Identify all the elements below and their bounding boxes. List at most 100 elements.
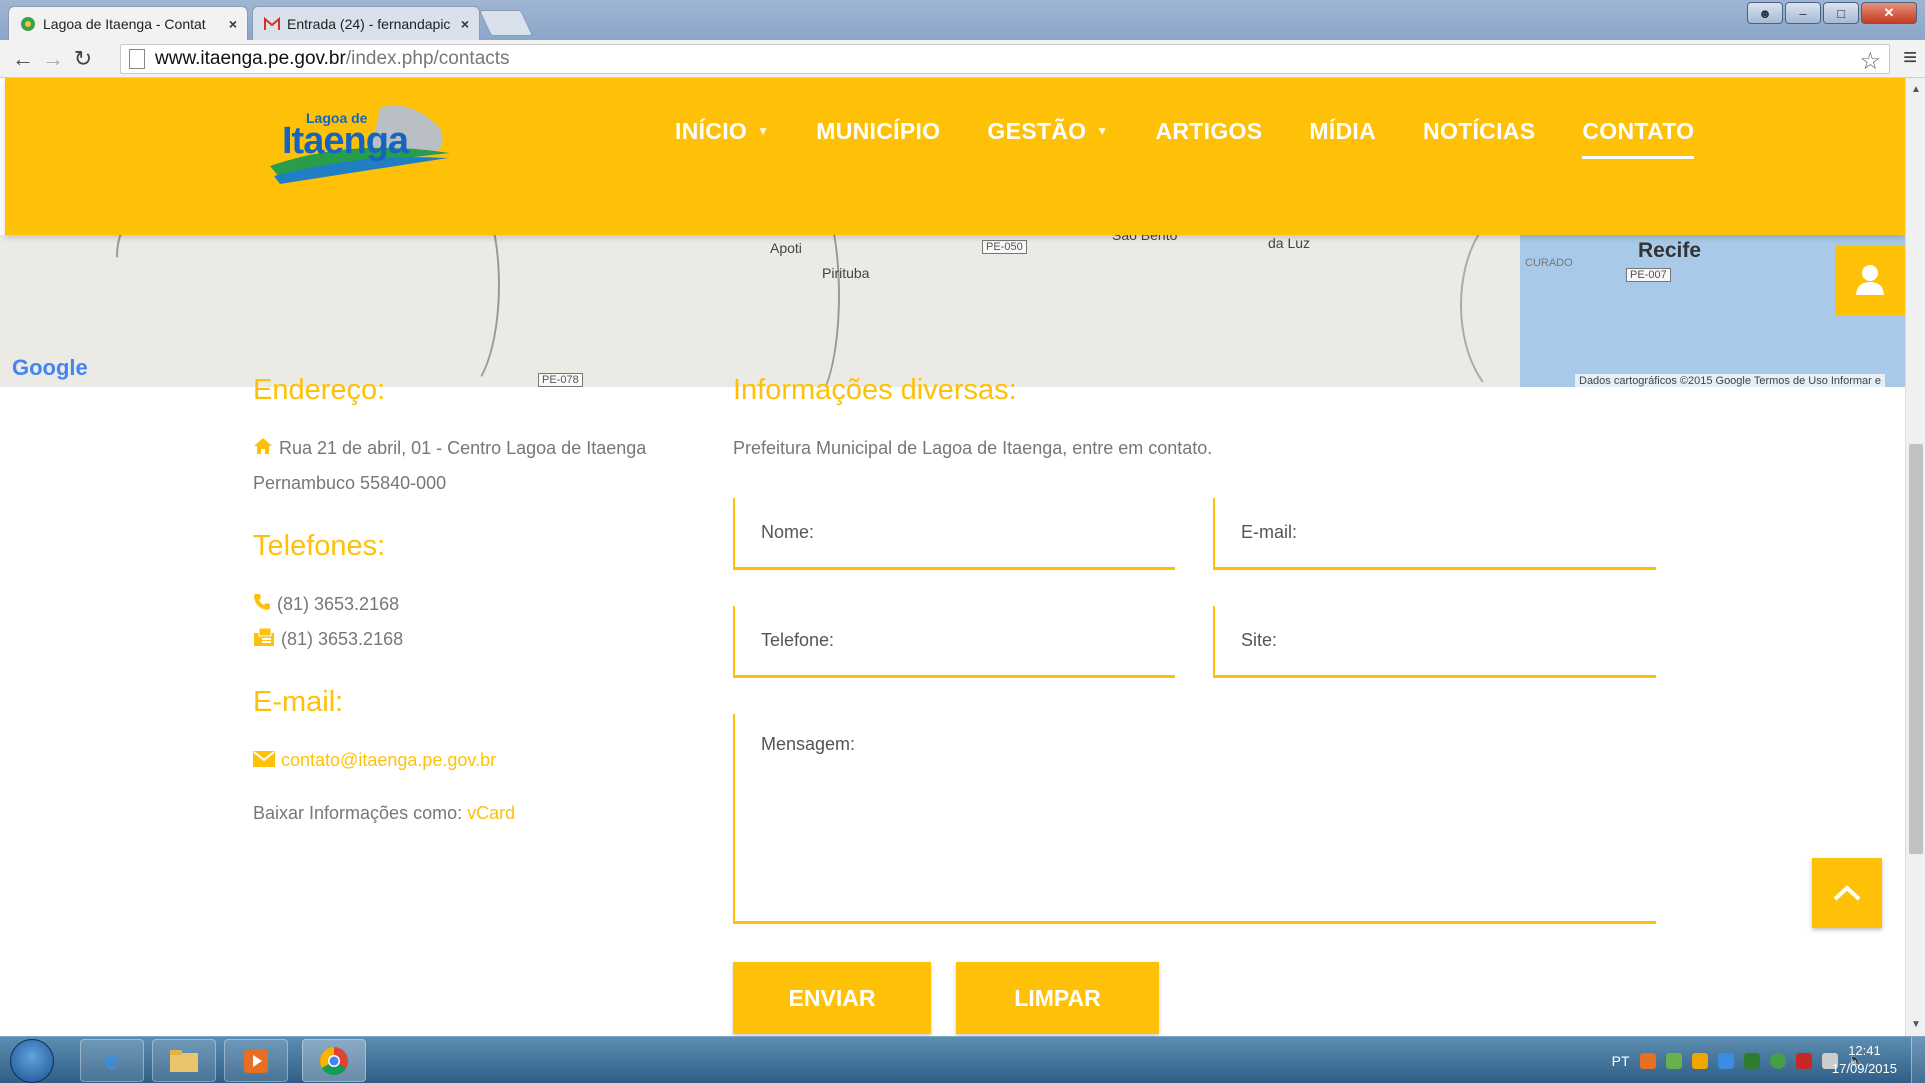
- tray-network-icon[interactable]: [1665, 1052, 1682, 1069]
- fax-icon: [253, 624, 275, 658]
- media-player-icon[interactable]: [224, 1039, 288, 1082]
- file-explorer-icon[interactable]: [152, 1039, 216, 1082]
- map-label-recife: Recife: [1638, 239, 1702, 262]
- phone-field[interactable]: [733, 606, 1175, 678]
- nav-gestao-label: GESTÃO: [987, 118, 1087, 144]
- map-shield-pe050: PE-050: [982, 240, 1027, 254]
- minimize-button[interactable]: –: [1785, 2, 1821, 24]
- map-label-curado: CURADO: [1525, 257, 1573, 269]
- map-road: [780, 235, 840, 387]
- map-road: [86, 235, 294, 387]
- nav-midia[interactable]: MÍDIA: [1309, 118, 1376, 159]
- tray-shield-icon[interactable]: [1743, 1052, 1760, 1069]
- tab-close-icon[interactable]: ×: [461, 16, 469, 32]
- clear-button[interactable]: LIMPAR: [956, 962, 1159, 1034]
- map-shield-pe007: PE-007: [1626, 268, 1671, 282]
- email-link[interactable]: contato@itaenga.pe.gov.br: [281, 750, 496, 770]
- start-button[interactable]: [10, 1039, 54, 1083]
- site-field[interactable]: [1213, 606, 1656, 678]
- home-icon: [253, 432, 273, 466]
- tray-app-icon[interactable]: [1639, 1052, 1656, 1069]
- address-line-1: Rua 21 de abril, 01 - Centro Lagoa de It…: [253, 431, 646, 466]
- nav-municipio[interactable]: MUNICÍPIO: [816, 118, 940, 159]
- nav-midia-label: MÍDIA: [1309, 118, 1377, 144]
- url-path: /index.php/contacts: [345, 48, 510, 69]
- phones-heading: Telefones:: [253, 530, 386, 562]
- browser-tab-strip: Lagoa de Itaenga - Contat × Entrada (24)…: [0, 0, 1925, 40]
- address-heading: Endereço:: [253, 374, 386, 406]
- logo-main-text: Itaenga: [282, 120, 409, 162]
- map-attribution[interactable]: Dados cartográficos ©2015 Google Termos …: [1575, 374, 1885, 387]
- tray-security-icon[interactable]: [1769, 1052, 1786, 1069]
- tab-gmail-inbox[interactable]: Entrada (24) - fernandapic ×: [252, 6, 480, 40]
- tray-flag-icon[interactable]: [1795, 1052, 1812, 1069]
- chrome-taskbar-icon[interactable]: [302, 1039, 366, 1082]
- map-label-da-luz: da Luz: [1268, 235, 1311, 251]
- envelope-icon: [253, 744, 275, 778]
- scroll-up-arrow-icon[interactable]: ▲: [1911, 84, 1921, 95]
- map-label-pirituba: Pirituba: [822, 265, 870, 281]
- caret-down-icon: ▼: [757, 124, 770, 138]
- vcard-line: Baixar Informações como: vCard: [253, 796, 515, 830]
- site-favicon-icon: [19, 15, 37, 33]
- nav-artigos[interactable]: ARTIGOS: [1155, 118, 1262, 159]
- reload-icon[interactable]: ↻: [68, 46, 98, 72]
- nav-gestao[interactable]: GESTÃO ▼: [987, 118, 1108, 159]
- user-login-button[interactable]: [1835, 245, 1905, 315]
- google-map[interactable]: Apoti Pirituba São Bento da Luz Recife C…: [0, 235, 1905, 387]
- scroll-thumb[interactable]: [1909, 444, 1923, 854]
- site-header: Lagoa de Itaenga INÍCIO ▼ MUNICÍPIO GESTÃ…: [5, 78, 1905, 235]
- page-scrollbar[interactable]: ▲ ▼: [1905, 78, 1925, 1036]
- scroll-down-arrow-icon[interactable]: ▼: [1911, 1019, 1921, 1030]
- name-field[interactable]: [733, 498, 1175, 570]
- back-to-top-button[interactable]: [1812, 858, 1882, 928]
- close-window-button[interactable]: ✕: [1861, 2, 1917, 24]
- vcard-link[interactable]: vCard: [467, 803, 515, 823]
- new-tab-button[interactable]: [478, 10, 534, 36]
- nav-inicio[interactable]: INÍCIO ▼: [675, 118, 769, 159]
- user-profile-button[interactable]: ☻: [1747, 2, 1783, 24]
- url-host: www.itaenga.pe.gov.br: [155, 48, 346, 69]
- email-line: contato@itaenga.pe.gov.br: [253, 743, 496, 778]
- phone-icon: [253, 588, 271, 622]
- caret-down-icon: ▼: [1096, 124, 1109, 138]
- internet-explorer-icon[interactable]: e: [80, 1039, 144, 1082]
- site-logo[interactable]: Lagoa de Itaenga: [260, 98, 455, 188]
- send-button[interactable]: ENVIAR: [733, 962, 931, 1034]
- back-arrow-icon[interactable]: ←: [8, 46, 38, 72]
- language-indicator[interactable]: PT: [1612, 1053, 1630, 1069]
- email-field[interactable]: [1213, 498, 1656, 570]
- windows-taskbar: e PT 🔈 12:41 17/09/2015: [0, 1036, 1925, 1083]
- address-block: Rua 21 de abril, 01 - Centro Lagoa de It…: [253, 431, 646, 500]
- google-logo: Google: [12, 355, 88, 380]
- tray-app-icon[interactable]: [1691, 1052, 1708, 1069]
- show-desktop-button[interactable]: [1911, 1037, 1925, 1083]
- system-tray: PT 🔈: [1612, 1037, 1865, 1083]
- user-icon: [1856, 265, 1884, 295]
- nav-artigos-label: ARTIGOS: [1155, 118, 1263, 144]
- chevron-up-icon: [1833, 885, 1861, 901]
- address-line-1-text: Rua 21 de abril, 01 - Centro Lagoa de It…: [279, 438, 647, 458]
- window-controls: ☻ – □ ✕: [1747, 2, 1917, 24]
- nav-noticias[interactable]: NOTÍCIAS: [1423, 118, 1535, 159]
- message-field[interactable]: [733, 714, 1656, 924]
- taskbar-clock[interactable]: 12:41 17/09/2015: [1832, 1042, 1897, 1078]
- bookmark-star-icon[interactable]: ☆: [1859, 47, 1881, 76]
- form-intro: Prefeitura Municipal de Lagoa de Itaenga…: [733, 438, 1213, 458]
- phone-number: (81) 3653.2168: [277, 594, 400, 614]
- tray-app-icon[interactable]: [1717, 1052, 1734, 1069]
- tab-title: Entrada (24) - fernandapic: [287, 15, 451, 32]
- forward-arrow-icon[interactable]: →: [38, 46, 68, 72]
- nav-contato-label: CONTATO: [1582, 118, 1695, 144]
- page-icon: [129, 49, 145, 69]
- nav-inicio-label: INÍCIO: [675, 118, 748, 144]
- chrome-menu-icon[interactable]: ≡: [1903, 44, 1917, 72]
- nav-contato[interactable]: CONTATO: [1582, 118, 1695, 159]
- vcard-prefix: Baixar Informações como:: [253, 803, 463, 823]
- form-heading: Informações diversas:: [733, 374, 1017, 406]
- address-bar[interactable]: www.itaenga.pe.gov.br/index.php/contacts…: [120, 44, 1890, 76]
- gmail-icon: [263, 15, 281, 33]
- tab-lagoa-de-itaenga[interactable]: Lagoa de Itaenga - Contat ×: [8, 6, 248, 40]
- maximize-button[interactable]: □: [1823, 2, 1859, 24]
- tab-close-icon[interactable]: ×: [229, 16, 237, 32]
